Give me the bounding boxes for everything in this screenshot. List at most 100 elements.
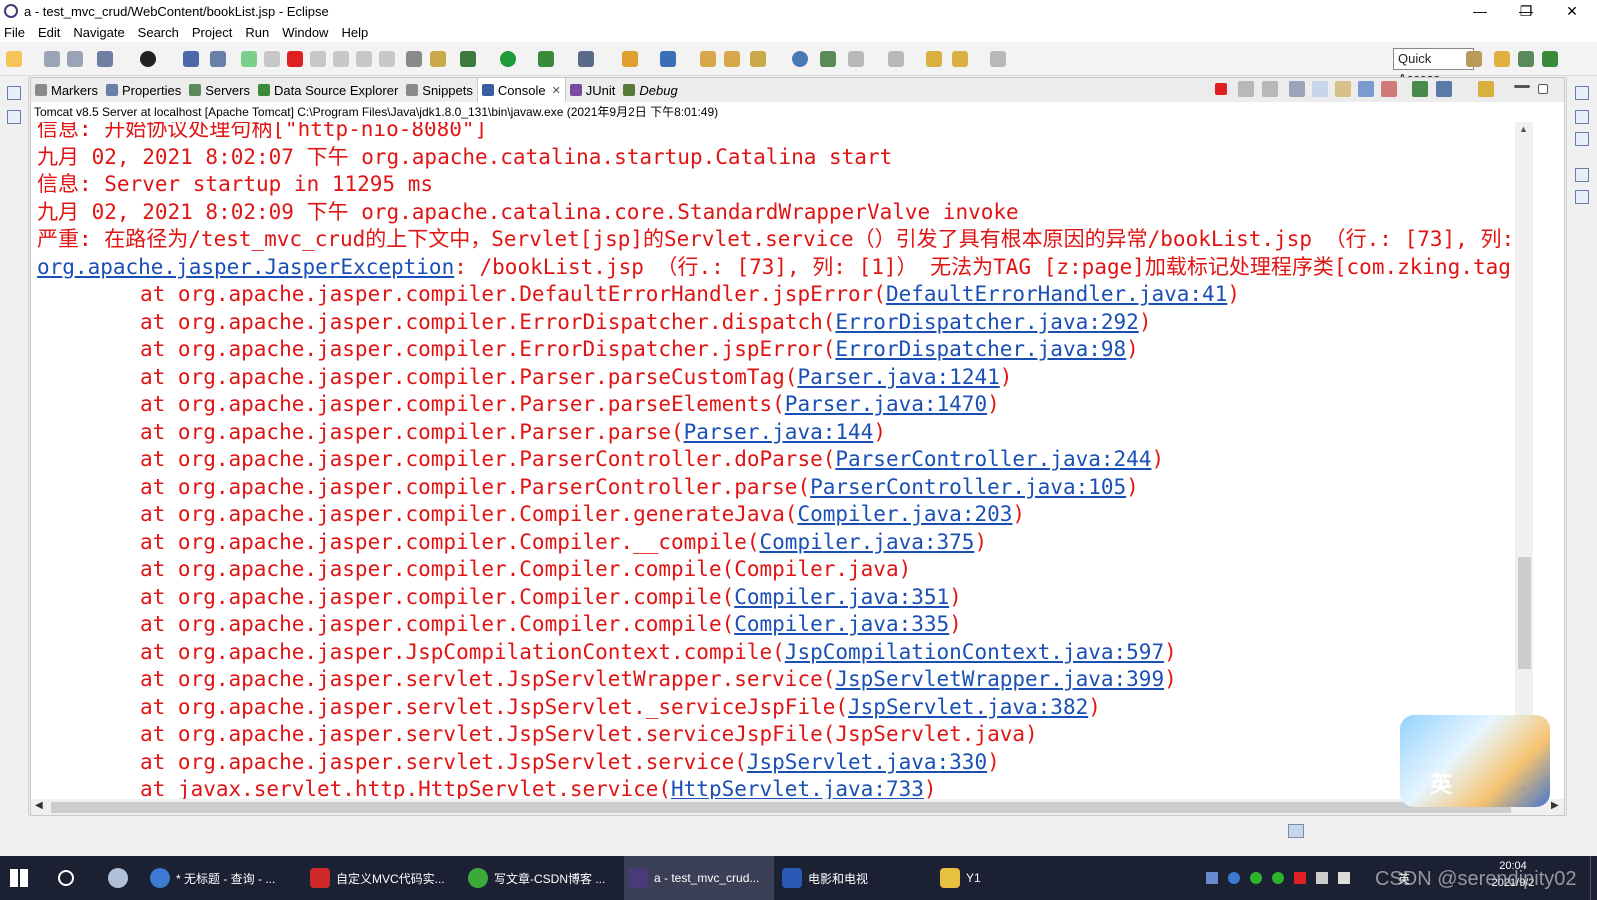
source-link[interactable]: Compiler.java:351: [734, 585, 949, 609]
close-window-button[interactable]: ✕: [1549, 0, 1595, 22]
clear-console-icon[interactable]: [1289, 81, 1305, 97]
step-over-icon[interactable]: [356, 51, 372, 67]
source-link[interactable]: ParserController.java:244: [835, 447, 1151, 471]
open-console-icon[interactable]: [1478, 81, 1494, 97]
tray-network-icon[interactable]: [1316, 872, 1328, 884]
taskbar-app-video[interactable]: 电影和电视: [782, 856, 932, 900]
source-link[interactable]: JspServlet.java:330: [747, 750, 987, 774]
next-annotation-icon[interactable]: [848, 51, 864, 67]
menu-project[interactable]: Project: [192, 25, 232, 40]
debug-run-icon[interactable]: [460, 51, 476, 67]
scroll-left-icon[interactable]: ◀: [35, 800, 43, 811]
taskbar-app-browser[interactable]: 写文章-CSDN博客 ...: [468, 856, 618, 900]
console-output[interactable]: 信息: 开始协议处理句柄["http-nio-8080"] 九月 02, 202…: [30, 122, 1565, 799]
exception-link[interactable]: org.apache.jasper.JasperException: [37, 255, 454, 279]
profile-icon[interactable]: [140, 51, 156, 67]
java-perspective-icon[interactable]: [1542, 51, 1558, 67]
remove-all-launches-icon[interactable]: [1262, 81, 1278, 97]
tray-volume-icon[interactable]: [1338, 872, 1350, 884]
minimize-window-button[interactable]: —: [1457, 0, 1503, 22]
console-vertical-scrollbar[interactable]: ▲ ▼: [1515, 122, 1533, 799]
tray-wechat-icon[interactable]: [1250, 872, 1262, 884]
open-perspective-icon[interactable]: [1466, 51, 1482, 67]
menu-edit[interactable]: Edit: [38, 25, 60, 40]
pin-console-icon[interactable]: [1412, 81, 1428, 97]
vertical-scroll-thumb[interactable]: [1518, 557, 1531, 669]
horizontal-scroll-thumb[interactable]: [51, 802, 1511, 813]
console-horizontal-scrollbar[interactable]: ◀ ▶: [30, 799, 1565, 816]
resume-icon[interactable]: [241, 51, 257, 67]
quick-access-input[interactable]: Quick Access: [1393, 48, 1474, 86]
start-button[interactable]: [10, 856, 40, 900]
coverage-icon[interactable]: [538, 51, 554, 67]
java-ee-perspective-icon[interactable]: [1494, 51, 1510, 67]
source-link[interactable]: DefaultErrorHandler.java:41: [886, 282, 1227, 306]
restore-window-button[interactable]: ❐: [1503, 0, 1549, 22]
source-link[interactable]: Parser.java:1241: [797, 365, 999, 389]
forward-icon[interactable]: [990, 51, 1006, 67]
source-link[interactable]: JspServletWrapper.java:399: [835, 667, 1164, 691]
scroll-right-icon[interactable]: ▶: [1551, 800, 1559, 811]
tray-app-icon[interactable]: [1228, 872, 1240, 884]
side-view-icon[interactable]: [1575, 190, 1589, 204]
restore-side-icon[interactable]: [1575, 168, 1589, 182]
show-on-stdout-icon[interactable]: [1358, 81, 1374, 97]
step-into-icon[interactable]: [333, 51, 349, 67]
open-type-icon[interactable]: [700, 51, 716, 67]
run-icon[interactable]: [500, 51, 516, 67]
suspend-icon[interactable]: [264, 51, 280, 67]
package-explorer-icon[interactable]: [7, 110, 21, 124]
new-server-icon[interactable]: [622, 51, 638, 67]
step-return-icon[interactable]: [379, 51, 395, 67]
use-step-filters-icon[interactable]: [430, 51, 446, 67]
drop-frame-icon[interactable]: [406, 51, 422, 67]
tray-shield-icon[interactable]: [1206, 872, 1218, 884]
source-link[interactable]: JspServlet.java:382: [848, 695, 1088, 719]
remove-launch-icon[interactable]: [1238, 81, 1254, 97]
show-desktop-button[interactable]: [1590, 856, 1597, 900]
search-tool-icon[interactable]: [750, 51, 766, 67]
word-wrap-icon[interactable]: [1335, 81, 1351, 97]
disconnect-icon[interactable]: [310, 51, 326, 67]
new-java-class-icon[interactable]: [660, 51, 676, 67]
browser-icon[interactable]: [792, 51, 808, 67]
scroll-up-icon[interactable]: ▲: [1519, 124, 1528, 134]
tray-wps-icon[interactable]: [1294, 872, 1306, 884]
taskbar-app-1[interactable]: [108, 856, 138, 900]
task-list-icon[interactable]: [1575, 132, 1589, 146]
source-link[interactable]: Compiler.java:203: [797, 502, 1012, 526]
source-link[interactable]: ParserController.java:105: [810, 475, 1126, 499]
display-console-icon[interactable]: [1436, 81, 1452, 97]
minimize-view-icon[interactable]: [1514, 85, 1530, 88]
menu-run[interactable]: Run: [245, 25, 269, 40]
scroll-lock-icon[interactable]: [1312, 81, 1328, 97]
taskbar-app-folder[interactable]: Y1: [940, 856, 1030, 900]
source-link[interactable]: ErrorDispatcher.java:98: [835, 337, 1126, 361]
source-link[interactable]: Parser.java:144: [684, 420, 874, 444]
skip-breakpoints-icon[interactable]: [210, 51, 226, 67]
taskbar-app-query[interactable]: * 无标题 - 查询 - ...: [150, 856, 300, 900]
source-link[interactable]: HttpServlet.java:733: [671, 777, 924, 799]
last-edit-icon[interactable]: [926, 51, 942, 67]
terminate-console-icon[interactable]: [1215, 83, 1227, 95]
save-all-icon[interactable]: [67, 51, 83, 67]
source-link[interactable]: ErrorDispatcher.java:292: [835, 310, 1138, 334]
open-task-icon[interactable]: [724, 51, 740, 67]
taskbar-app-wps[interactable]: 自定义MVC代码实...: [310, 856, 460, 900]
back-icon[interactable]: [952, 51, 968, 67]
source-link[interactable]: Compiler.java:335: [734, 612, 949, 636]
menu-help[interactable]: Help: [341, 25, 368, 40]
annotation-icon[interactable]: [820, 51, 836, 67]
menu-window[interactable]: Window: [282, 25, 328, 40]
menu-search[interactable]: Search: [138, 25, 179, 40]
maximize-view-icon[interactable]: [1538, 84, 1548, 94]
terminal-icon[interactable]: [183, 51, 199, 67]
show-on-stderr-icon[interactable]: [1381, 81, 1397, 97]
new-icon[interactable]: [6, 51, 22, 67]
status-progress-icon[interactable]: [1288, 824, 1304, 838]
menu-file[interactable]: File: [4, 25, 25, 40]
taskbar-app-eclipse[interactable]: a - test_mvc_crud...: [624, 856, 774, 900]
source-link[interactable]: Compiler.java:375: [760, 530, 975, 554]
prev-annotation-icon[interactable]: [888, 51, 904, 67]
source-link[interactable]: JspCompilationContext.java:597: [785, 640, 1164, 664]
